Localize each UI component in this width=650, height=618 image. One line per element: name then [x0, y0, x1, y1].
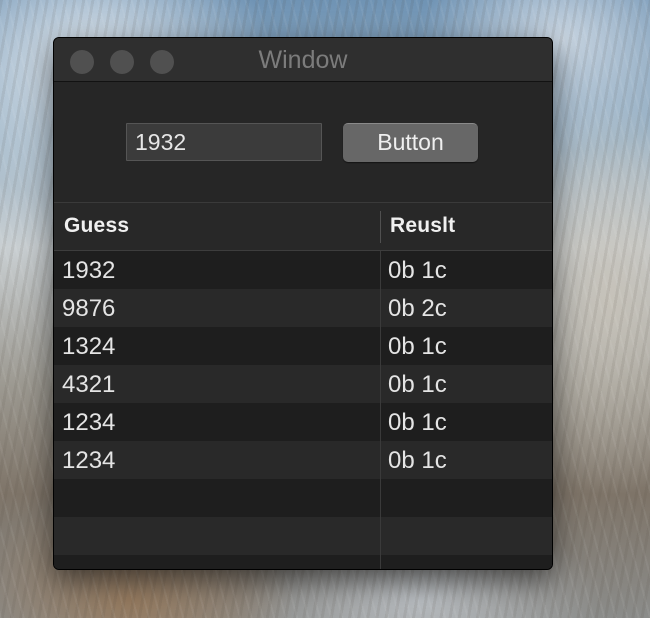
guess-cell: 1234	[62, 447, 116, 474]
table-row[interactable]: 4321 0b 1c	[54, 365, 552, 403]
result-cell: 0b 1c	[388, 409, 447, 436]
table-row[interactable]: 9876 0b 2c	[54, 289, 552, 327]
table-header: Guess Reuslt	[54, 203, 552, 251]
table-body: 1932 0b 1c 9876 0b 2c 1324 0b 1c 4321 0b…	[54, 251, 552, 569]
guess-cell: 4321	[62, 371, 116, 398]
table-row[interactable]: 1324 0b 1c	[54, 327, 552, 365]
submit-button[interactable]: Button	[343, 123, 478, 162]
column-header-result[interactable]: Reuslt	[390, 203, 455, 250]
guess-cell: 1324	[62, 333, 116, 360]
table-row[interactable]: 1234 0b 1c	[54, 403, 552, 441]
column-header-guess[interactable]: Guess	[64, 203, 129, 250]
guess-cell: 9876	[62, 295, 116, 322]
empty-table-row	[54, 479, 552, 517]
empty-table-row	[54, 555, 552, 569]
title-bar[interactable]: Window	[54, 38, 552, 82]
column-header-divider[interactable]	[380, 211, 381, 243]
guess-input[interactable]	[126, 123, 322, 161]
result-cell: 0b 1c	[388, 333, 447, 360]
window-title: Window	[258, 46, 348, 74]
result-cell: 0b 1c	[388, 257, 447, 284]
table-row[interactable]: 1234 0b 1c	[54, 441, 552, 479]
result-cell: 0b 1c	[388, 371, 447, 398]
guess-cell: 1234	[62, 409, 116, 436]
empty-table-row	[54, 517, 552, 555]
guess-table: Guess Reuslt 1932 0b 1c 9876 0b 2c 1324 …	[54, 202, 552, 569]
guess-cell: 1932	[62, 257, 116, 284]
app-window: Window Button Guess Reuslt 1932 0b 1c 98…	[53, 37, 553, 570]
result-cell: 0b 2c	[388, 295, 447, 322]
result-cell: 0b 1c	[388, 447, 447, 474]
table-row[interactable]: 1932 0b 1c	[54, 251, 552, 289]
column-divider	[380, 251, 381, 569]
